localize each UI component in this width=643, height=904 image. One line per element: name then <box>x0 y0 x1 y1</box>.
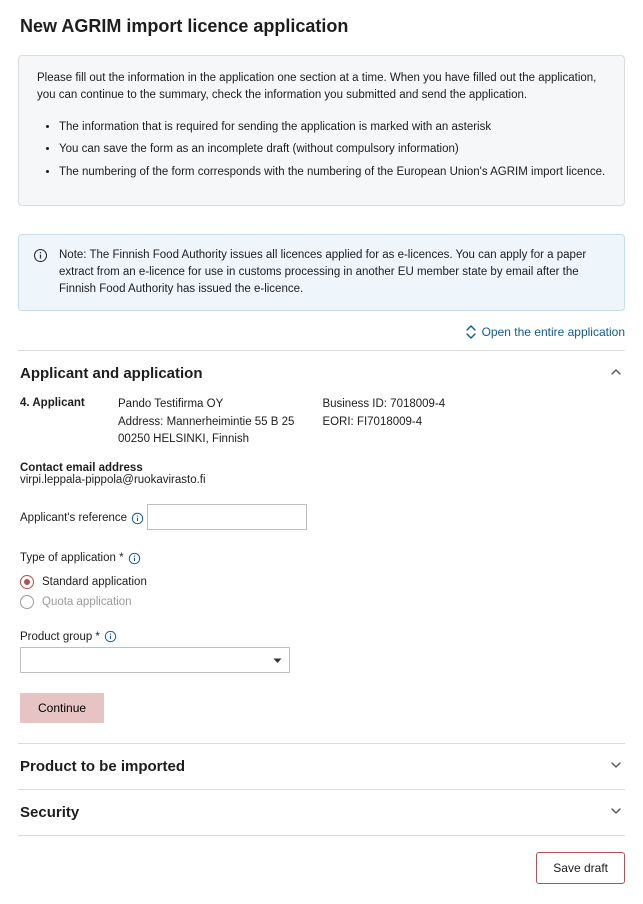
radio-standard-application[interactable]: Standard application <box>20 575 623 589</box>
page-title: New AGRIM import licence application <box>20 16 625 37</box>
section-body-applicant: 4. Applicant Pando Testifirma OY Address… <box>18 396 625 743</box>
section-header-security[interactable]: Security <box>18 790 625 835</box>
section-header-applicant[interactable]: Applicant and application <box>18 351 625 396</box>
note-text: Note: The Finnish Food Authority issues … <box>59 247 610 299</box>
applicant-eori: EORI: FI7018009-4 <box>322 414 445 431</box>
instructions-card: Please fill out the information in the a… <box>18 55 625 206</box>
instructions-bullet: The information that is required for sen… <box>59 119 606 136</box>
contact-email-label: Contact email address <box>20 462 623 474</box>
save-draft-button[interactable]: Save draft <box>536 852 625 884</box>
radio-label-quota: Quota application <box>42 596 132 608</box>
applicant-address-line: Address: Mannerheimintie 55 B 25 <box>118 414 294 431</box>
info-icon[interactable] <box>131 512 144 525</box>
applicant-reference-input[interactable] <box>147 504 307 530</box>
type-of-application-label: Type of application * <box>20 552 124 564</box>
applicant-business-id: Business ID: 7018009-4 <box>322 396 445 413</box>
instructions-bullet: You can save the form as an incomplete d… <box>59 141 606 158</box>
applicant-name-address: Pando Testifirma OY Address: Mannerheimi… <box>118 396 294 448</box>
section-title-product: Product to be imported <box>20 758 185 775</box>
open-entire-application-label: Open the entire application <box>482 325 625 339</box>
radio-icon <box>20 595 34 609</box>
note-box: Note: The Finnish Food Authority issues … <box>18 234 625 312</box>
contact-email-value: virpi.leppala-pippola@ruokavirasto.fi <box>20 474 623 486</box>
info-icon[interactable] <box>128 552 141 565</box>
radio-icon <box>20 575 34 589</box>
expand-collapse-icon <box>466 325 476 339</box>
section-title-security: Security <box>20 804 79 821</box>
radio-label-standard: Standard application <box>42 576 147 588</box>
instructions-intro: Please fill out the information in the a… <box>37 70 606 105</box>
open-entire-application-link[interactable]: Open the entire application <box>466 325 625 339</box>
applicant-company-name: Pando Testifirma OY <box>118 396 294 413</box>
chevron-down-icon <box>609 758 623 775</box>
product-group-select[interactable] <box>20 647 290 673</box>
chevron-down-icon <box>609 804 623 821</box>
section-title-applicant: Applicant and application <box>20 365 203 382</box>
continue-button[interactable]: Continue <box>20 693 104 723</box>
instructions-bullet: The numbering of the form corresponds wi… <box>59 164 606 181</box>
info-icon[interactable] <box>104 630 117 643</box>
section-header-product[interactable]: Product to be imported <box>18 744 625 789</box>
radio-quota-application: Quota application <box>20 595 623 609</box>
product-group-label: Product group * <box>20 631 100 643</box>
info-icon <box>33 248 49 299</box>
applicant-ids: Business ID: 7018009-4 EORI: FI7018009-4 <box>322 396 445 448</box>
instructions-list: The information that is required for sen… <box>59 119 606 181</box>
applicant-reference-label: Applicant's reference <box>20 512 127 524</box>
chevron-up-icon <box>609 365 623 382</box>
applicant-city-line: 00250 HELSINKI, Finnish <box>118 431 294 448</box>
applicant-number-label: 4. Applicant <box>20 396 90 448</box>
